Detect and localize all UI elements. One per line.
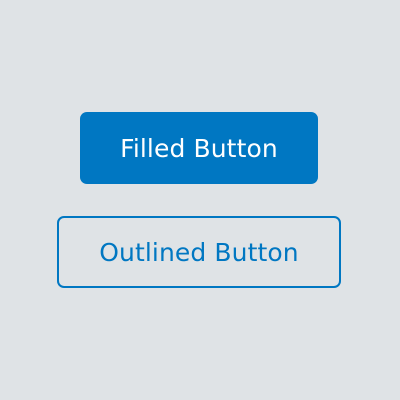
outlined-button-label: Outlined Button [99,237,299,267]
filled-button-label: Filled Button [120,133,278,163]
filled-button[interactable]: Filled Button [80,112,318,184]
outlined-button[interactable]: Outlined Button [57,216,341,288]
